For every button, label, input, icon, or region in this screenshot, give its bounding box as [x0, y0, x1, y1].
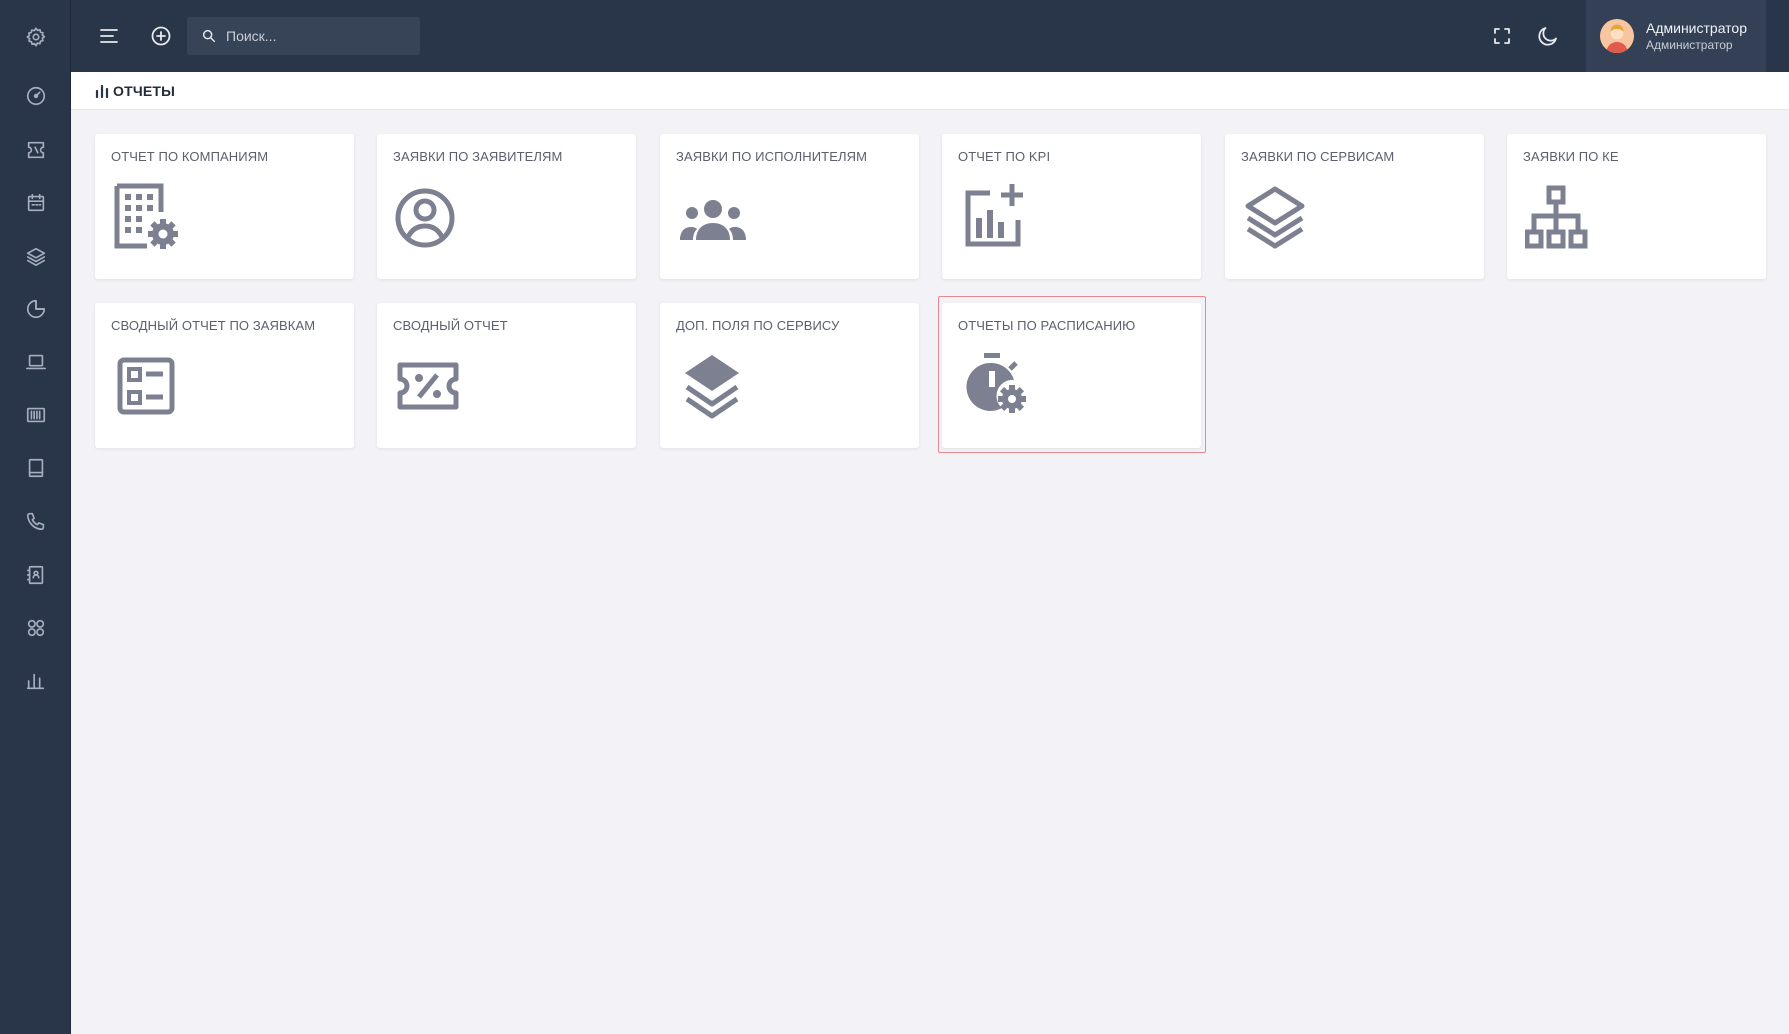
- search-input[interactable]: [226, 28, 416, 44]
- avatar: [1600, 19, 1634, 53]
- book-icon[interactable]: [0, 448, 71, 488]
- report-card-summary[interactable]: СВОДНЫЙ ОТЧЕТ: [377, 303, 636, 448]
- apps-icon[interactable]: [0, 608, 71, 648]
- report-card-label: ЗАЯВКИ ПО КЕ: [1523, 149, 1619, 164]
- ticket-icon[interactable]: [0, 130, 71, 170]
- phone-icon[interactable]: [0, 501, 71, 541]
- checklist-icon: [113, 351, 183, 421]
- report-card-label: ЗАЯВКИ ПО ЗАЯВИТЕЛЯМ: [393, 149, 563, 164]
- layers-outline-icon: [1243, 182, 1313, 252]
- top-bar: Администратор Администратор: [71, 0, 1789, 72]
- report-card-label: ЗАЯВКИ ПО СЕРВИСАМ: [1241, 149, 1395, 164]
- layers-filled-icon: [678, 351, 748, 421]
- contacts-icon[interactable]: [0, 555, 71, 595]
- report-card-label: ОТЧЕТ ПО КОМПАНИЯМ: [111, 149, 269, 164]
- barcode-icon[interactable]: [0, 395, 71, 435]
- report-card-label: СВОДНЫЙ ОТЧЕТ ПО ЗАЯВКАМ: [111, 318, 316, 333]
- bar-chart-icon: [95, 84, 109, 98]
- bar-chart-icon[interactable]: [0, 661, 71, 701]
- user-role: Администратор: [1646, 37, 1733, 52]
- report-card-requesters[interactable]: ЗАЯВКИ ПО ЗАЯВИТЕЛЯМ: [377, 134, 636, 279]
- report-card-label: ДОП. ПОЛЯ ПО СЕРВИСУ: [676, 318, 840, 333]
- report-card-kpi[interactable]: ОТЧЕТ ПО KPI: [942, 134, 1201, 279]
- report-card-extra-fields[interactable]: ДОП. ПОЛЯ ПО СЕРВИСУ: [660, 303, 919, 448]
- report-card-label: ЗАЯВКИ ПО ИСПОЛНИТЕЛЯМ: [676, 149, 868, 164]
- report-card-label: ОТЧЕТЫ ПО РАСПИСАНИЮ: [958, 318, 1136, 333]
- page-header: ОТЧЕТЫ: [71, 72, 1789, 110]
- user-circle-icon: [395, 182, 465, 252]
- timer-gear-icon: [960, 351, 1030, 421]
- search-box[interactable]: [187, 17, 420, 55]
- layers-icon[interactable]: [0, 236, 71, 276]
- report-card-label: ОТЧЕТ ПО KPI: [958, 149, 1051, 164]
- report-card-summary-requests[interactable]: СВОДНЫЙ ОТЧЕТ ПО ЗАЯВКАМ: [95, 303, 354, 448]
- group-icon: [678, 182, 748, 252]
- pie-chart-icon[interactable]: [0, 289, 71, 329]
- report-card-companies[interactable]: ОТЧЕТ ПО КОМПАНИЯМ: [95, 134, 354, 279]
- dark-mode-icon[interactable]: [1528, 16, 1568, 56]
- dashboard-icon[interactable]: [0, 76, 71, 116]
- report-card-label: СВОДНЫЙ ОТЧЕТ: [393, 318, 508, 333]
- report-card-ci[interactable]: ЗАЯВКИ ПО КЕ: [1507, 134, 1766, 279]
- menu-icon[interactable]: [89, 16, 129, 56]
- fullscreen-icon[interactable]: [1482, 16, 1522, 56]
- report-card-scheduled[interactable]: ОТЧЕТЫ ПО РАСПИСАНИЮ: [942, 303, 1201, 448]
- laptop-icon[interactable]: [0, 342, 71, 382]
- add-circle-icon[interactable]: [141, 16, 181, 56]
- page-title: ОТЧЕТЫ: [113, 82, 176, 99]
- building-gear-icon: [113, 182, 183, 252]
- discount-ticket-icon: [395, 351, 465, 421]
- report-card-services[interactable]: ЗАЯВКИ ПО СЕРВИСАМ: [1225, 134, 1484, 279]
- sidebar: [0, 0, 71, 1034]
- hierarchy-icon: [1524, 182, 1595, 252]
- user-menu[interactable]: Администратор Администратор: [1586, 0, 1766, 72]
- search-icon: [202, 29, 216, 43]
- report-card-executors[interactable]: ЗАЯВКИ ПО ИСПОЛНИТЕЛЯМ: [660, 134, 919, 279]
- calendar-icon[interactable]: [0, 183, 71, 223]
- user-name: Администратор: [1646, 19, 1748, 36]
- settings-icon[interactable]: [0, 17, 71, 57]
- chart-add-icon: [960, 182, 1030, 252]
